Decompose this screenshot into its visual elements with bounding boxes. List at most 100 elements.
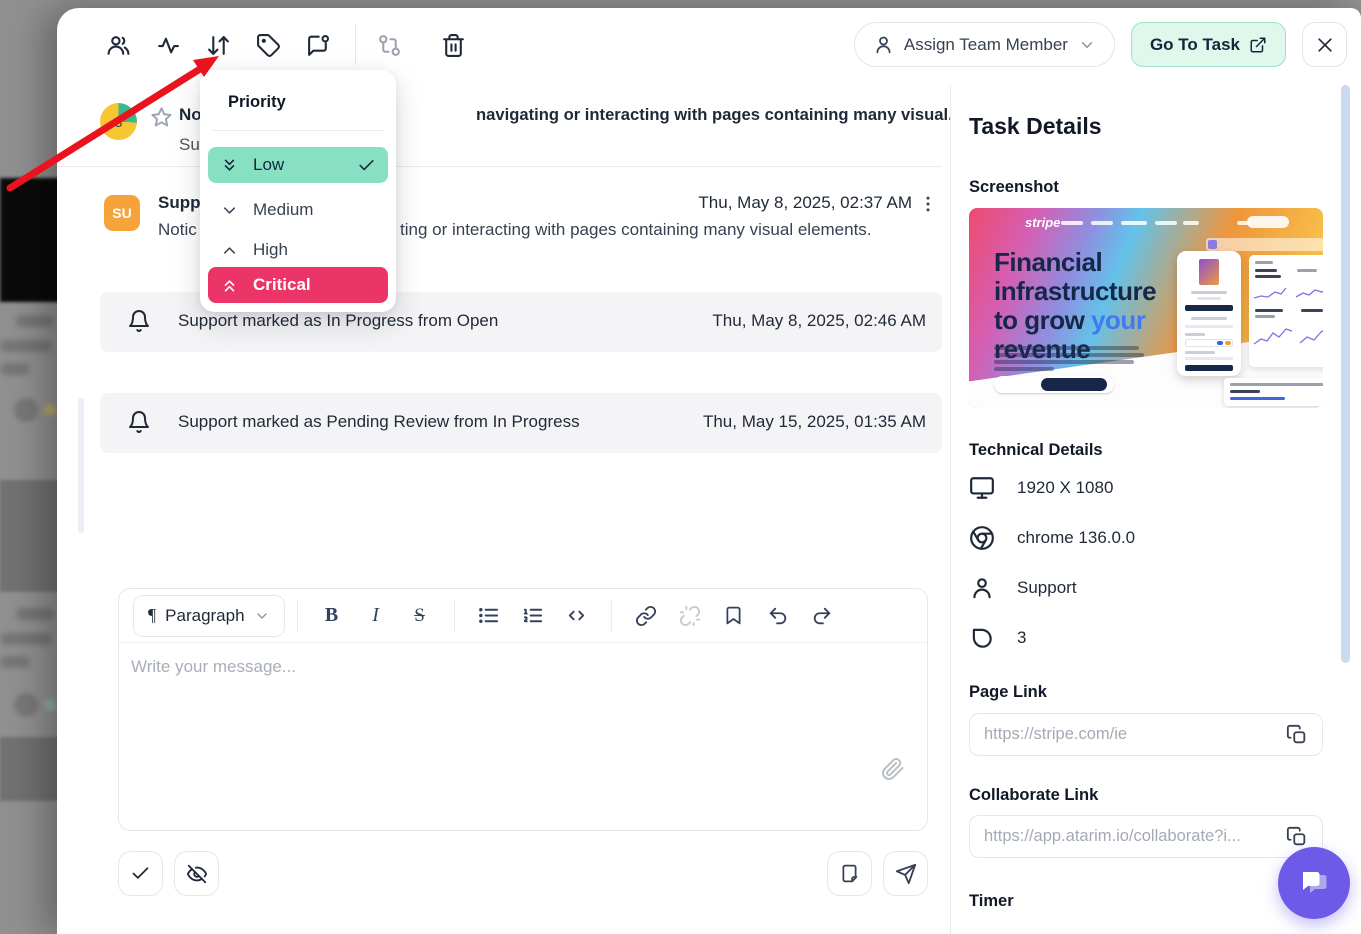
priority-menu-divider — [212, 130, 384, 131]
copy-collaborate-link-button[interactable] — [1286, 826, 1308, 848]
thumb-sparkline — [1299, 323, 1323, 347]
browser-value: chrome 136.0.0 — [1017, 528, 1135, 548]
save-note-button[interactable] — [827, 851, 872, 896]
thumb-sparkline — [1253, 323, 1293, 347]
avatar-initials: SU — [112, 205, 131, 221]
support-chat-button[interactable] — [1278, 847, 1350, 919]
compare-icon — [377, 33, 402, 58]
toolbar-actions: Assign Team Member Go To Task — [854, 22, 1347, 67]
priority-option-high[interactable]: High — [208, 232, 388, 268]
chevron-down-icon — [1078, 36, 1096, 54]
delete-button[interactable] — [430, 22, 476, 68]
attach-file-button[interactable] — [881, 757, 905, 784]
bell-icon — [127, 309, 151, 333]
send-button[interactable] — [883, 851, 928, 896]
trash-icon — [441, 33, 466, 58]
star-icon[interactable] — [150, 106, 173, 129]
thread-divider — [57, 166, 942, 167]
task-title-suffix: navigating or interacting with pages con… — [476, 105, 962, 125]
page-link-value: https://stripe.com/ie — [984, 725, 1276, 744]
code-button[interactable] — [555, 594, 599, 638]
assignees-button[interactable] — [95, 22, 141, 68]
assign-team-member-button[interactable]: Assign Team Member — [854, 22, 1115, 67]
priority-option-label: Medium — [253, 200, 313, 220]
thumb-dashboard-card — [1249, 255, 1323, 367]
task-toolbar — [95, 20, 480, 70]
resolve-button[interactable] — [118, 851, 163, 896]
pilcrow-icon: ¶ — [148, 605, 156, 626]
priority-option-medium[interactable]: Medium — [208, 192, 388, 228]
comment-button[interactable] — [295, 22, 341, 68]
label-icon — [969, 625, 995, 651]
activity-button[interactable] — [145, 22, 191, 68]
thumb-footer-card — [1224, 378, 1323, 406]
collaborate-link-input[interactable]: https://app.atarim.io/collaborate?i... — [969, 815, 1323, 858]
bullet-list-button[interactable] — [467, 594, 511, 638]
ordered-list-icon — [521, 604, 544, 627]
bold-button[interactable]: B — [310, 594, 354, 638]
dimmed-background — [0, 0, 62, 934]
block-type-select[interactable]: ¶ Paragraph — [133, 595, 285, 637]
bookmark-icon — [723, 605, 744, 626]
go-to-task-button[interactable]: Go To Task — [1131, 22, 1286, 67]
technical-details-label: Technical Details — [969, 441, 1103, 460]
chat-bubble-icon — [1295, 864, 1333, 902]
close-modal-button[interactable] — [1302, 22, 1347, 67]
assign-team-member-label: Assign Team Member — [904, 35, 1068, 55]
redo-button[interactable] — [800, 594, 844, 638]
tag-button[interactable] — [245, 22, 291, 68]
content-scrollbar[interactable] — [78, 398, 84, 533]
redo-icon — [811, 605, 833, 627]
priority-option-low[interactable]: Low — [208, 147, 388, 183]
copy-icon — [1286, 826, 1308, 848]
editor-toolbar: ¶ Paragraph B I S — [119, 589, 927, 643]
bookmark-button[interactable] — [712, 594, 756, 638]
notification-text: Support marked as Pending Review from In… — [178, 412, 580, 432]
check-icon — [357, 156, 376, 175]
code-icon — [565, 604, 588, 627]
link-button[interactable] — [624, 594, 668, 638]
block-type-label: Paragraph — [165, 606, 244, 626]
thumb-email-button — [1041, 378, 1107, 391]
unlink-button[interactable] — [668, 594, 712, 638]
chevron-down-icon — [254, 608, 270, 624]
user-icon — [969, 575, 995, 601]
priority-option-critical[interactable]: Critical — [208, 267, 388, 303]
thumb-phone-mockup — [1177, 251, 1241, 376]
italic-button[interactable]: I — [354, 594, 398, 638]
dots-vertical-glyph — [918, 193, 938, 215]
stripe-logo: stripe — [1025, 215, 1060, 230]
status-notification: Support marked as Pending Review from In… — [100, 393, 942, 453]
task-pin-badge: 3 — [100, 103, 137, 140]
priority-sort-button[interactable] — [195, 22, 241, 68]
bullet-list-icon — [477, 604, 500, 627]
task-details-sidebar: Task Details Screenshot stripe Financial… — [950, 85, 1361, 934]
undo-button[interactable] — [756, 594, 800, 638]
ordered-list-button[interactable] — [511, 594, 555, 638]
message-input[interactable]: Write your message... — [119, 643, 927, 798]
browser-row: chrome 136.0.0 — [969, 525, 1135, 551]
strikethrough-button[interactable]: S — [398, 594, 442, 638]
comment-dot-icon — [306, 33, 331, 58]
editor-divider — [454, 599, 455, 633]
page-link-input[interactable]: https://stripe.com/ie — [969, 713, 1323, 756]
sidebar-scrollbar[interactable] — [1341, 85, 1350, 663]
sort-icon — [206, 33, 231, 58]
editor-divider — [297, 599, 298, 633]
kebab-menu-icon[interactable] — [918, 193, 938, 218]
external-link-icon — [1249, 36, 1267, 54]
undo-icon — [767, 605, 789, 627]
priority-option-label: Critical — [253, 275, 311, 295]
editor-actions — [118, 851, 928, 896]
page-link-label: Page Link — [969, 683, 1047, 702]
compare-button[interactable] — [366, 22, 412, 68]
copy-icon — [1286, 724, 1308, 746]
notification-timestamp: Thu, May 8, 2025, 02:46 AM — [712, 311, 926, 331]
unlink-icon — [679, 605, 701, 627]
screenshot-thumbnail[interactable]: stripe Financial infrastructure to grow … — [969, 208, 1323, 408]
comment-timestamp: Thu, May 8, 2025, 02:37 AM — [698, 193, 912, 213]
copy-page-link-button[interactable] — [1286, 724, 1308, 746]
internal-note-toggle-button[interactable] — [174, 851, 219, 896]
pin-number: 3 — [115, 114, 123, 130]
priority-menu: Priority Low Medium High — [200, 70, 396, 312]
